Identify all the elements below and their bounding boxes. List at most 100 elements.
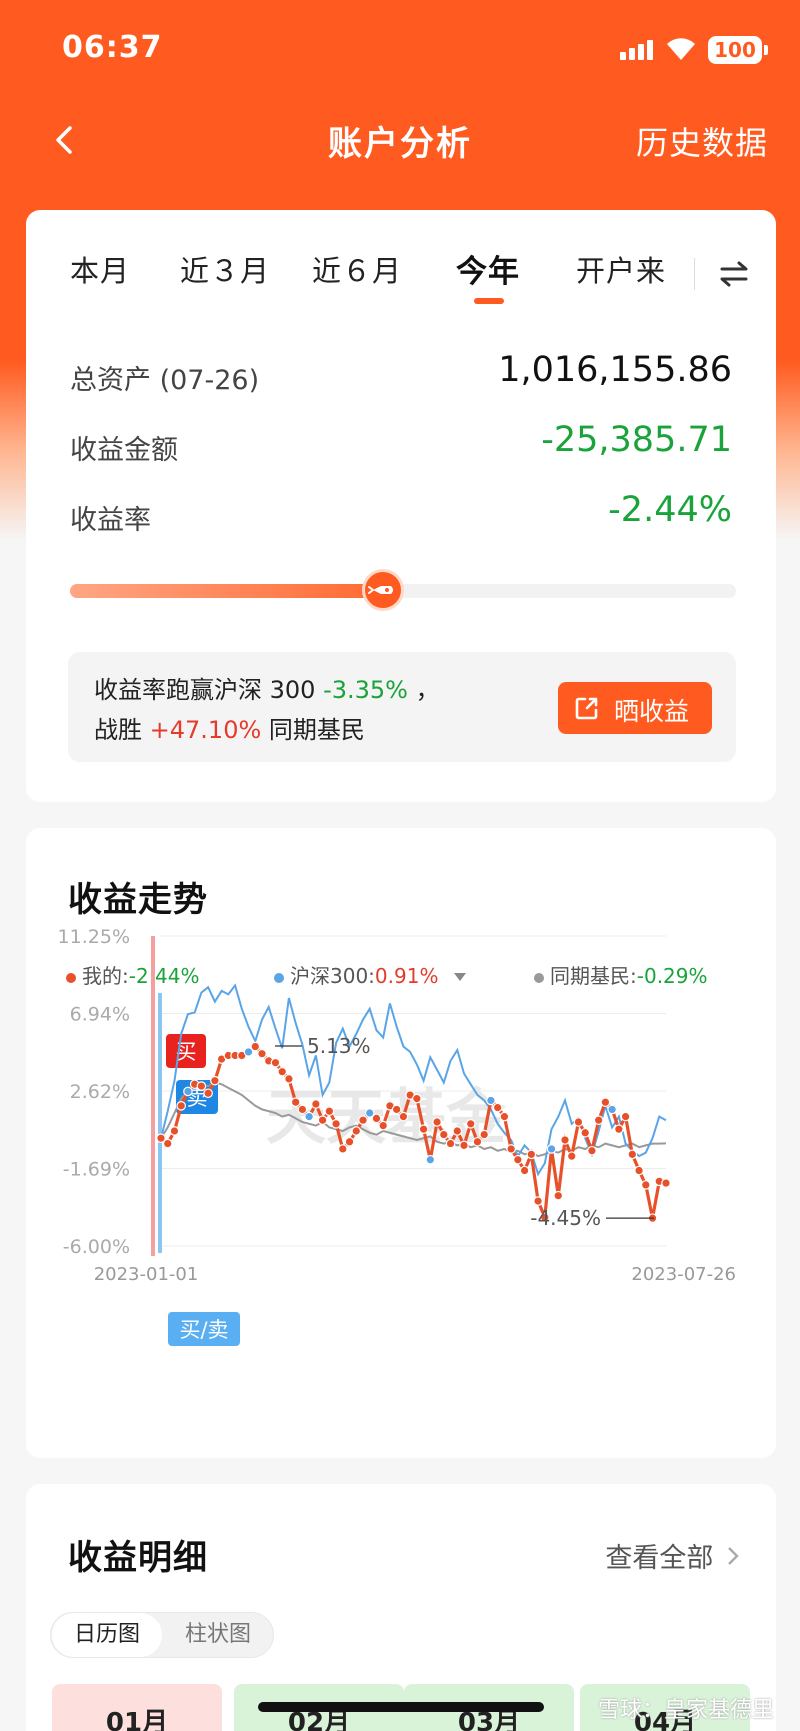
y-tick-label: -6.00%: [63, 1236, 130, 1258]
data-point: [526, 1149, 537, 1160]
data-point: [203, 1088, 213, 1099]
chevron-right-icon: [728, 1547, 739, 1565]
data-point: [176, 1101, 186, 1111]
data-point: [506, 1144, 516, 1154]
data-point: [627, 1149, 638, 1160]
data-point: [270, 1057, 281, 1068]
banner-line-1: 收益率跑赢沪深 300 -3.35% ，: [94, 670, 440, 705]
calendar-view-tab[interactable]: 日历图: [52, 1613, 162, 1657]
data-point: [277, 1066, 288, 1077]
banner-line-2: 战胜 +47.10% 同期基民: [94, 710, 365, 745]
slider-thumb[interactable]: [362, 569, 405, 611]
data-point: [459, 1140, 469, 1151]
sell-marker-line: [158, 993, 162, 1253]
data-point: [634, 1165, 644, 1176]
data-point: [661, 1178, 671, 1188]
swap-icon[interactable]: [718, 254, 750, 294]
data-point: [196, 1081, 207, 1091]
data-point: [344, 1136, 355, 1147]
data-point: [412, 1093, 422, 1104]
max-annotation: 5.13%: [307, 1034, 371, 1058]
data-point: [472, 1136, 483, 1147]
home-indicator[interactable]: [258, 1702, 544, 1712]
data-point: [566, 1151, 577, 1161]
data-point: [620, 1111, 631, 1122]
data-point: [486, 1095, 496, 1106]
total-assets-row: 总资产 (07-26) 1,016,155.86: [70, 350, 732, 400]
y-tick-label: 2.62%: [70, 1081, 130, 1103]
beat-ratio-slider[interactable]: [70, 569, 736, 611]
data-point: [533, 1196, 543, 1206]
data-point: [183, 1086, 193, 1097]
month-cell[interactable]: 01月: [52, 1684, 222, 1731]
data-point: [587, 1145, 597, 1156]
tab-3-months[interactable]: 近３月: [180, 248, 270, 290]
active-tab-indicator: [474, 298, 504, 304]
data-point: [640, 1180, 651, 1190]
data-point: [580, 1127, 590, 1138]
tab-this-month[interactable]: 本月: [70, 248, 130, 290]
x-tick-label: 2023-01-01: [94, 1264, 199, 1285]
data-point: [465, 1118, 476, 1129]
data-point: [425, 1154, 436, 1165]
data-point: [519, 1165, 530, 1176]
income-value: -25,385.71: [541, 420, 732, 460]
data-point: [297, 1104, 308, 1115]
trend-chart[interactable]: 11.25% 6.94% 2.62% -1.69% -6.00% 2023-01-01 20…: [26, 828, 776, 1458]
data-point: [358, 1115, 368, 1126]
data-point: [398, 1111, 409, 1122]
data-point: [418, 1124, 429, 1134]
data-point: [438, 1129, 449, 1140]
bar-view-tab[interactable]: 柱状图: [163, 1613, 273, 1657]
detail-title: 收益明细: [68, 1538, 208, 1578]
rocket-icon: [368, 586, 394, 594]
data-point: [499, 1111, 510, 1122]
share-icon: [575, 697, 598, 720]
tab-this-year[interactable]: 今年: [456, 246, 520, 291]
banner-text: 收益率跑赢沪深 300: [94, 676, 324, 704]
data-point: [257, 1048, 267, 1059]
see-all-label: 查看全部: [605, 1543, 714, 1574]
data-point: [337, 1144, 348, 1154]
data-point: [432, 1117, 442, 1127]
data-point: [600, 1097, 611, 1108]
data-point: [513, 1154, 523, 1165]
data-point: [492, 1102, 503, 1113]
vs-peers-value: +47.10%: [149, 716, 262, 744]
banner-text: 同期基民: [261, 716, 365, 744]
tab-divider: [694, 258, 695, 290]
share-button-label: 晒收益: [614, 697, 690, 726]
vs-index-value: -3.35%: [323, 676, 408, 704]
view-toggle: 日历图 柱状图: [50, 1612, 274, 1658]
tab-6-months[interactable]: 近６月: [312, 248, 402, 290]
data-point: [479, 1129, 489, 1140]
data-point: [290, 1097, 301, 1108]
data-point: [311, 1099, 321, 1109]
share-earnings-button[interactable]: 晒收益: [558, 682, 712, 734]
data-point: [250, 1041, 261, 1052]
rate-value: -2.44%: [608, 490, 732, 530]
y-tick-label: -1.69%: [63, 1159, 130, 1181]
income-label: 收益金额: [70, 435, 178, 466]
data-point: [324, 1106, 335, 1117]
data-point: [169, 1126, 180, 1136]
y-tick-label: 6.94%: [70, 1004, 130, 1026]
data-point: [210, 1075, 220, 1086]
rate-row: 收益率 -2.44%: [70, 490, 732, 540]
data-point: [371, 1113, 382, 1124]
history-data-link[interactable]: 历史数据: [636, 118, 768, 164]
data-point: [445, 1138, 456, 1149]
trend-card: 收益走势 我的:-2.44% 沪深300:0.91% 同期基民:-0.29% 1…: [26, 828, 776, 1458]
data-point: [378, 1120, 388, 1131]
see-all-link[interactable]: 查看全部: [605, 1536, 740, 1575]
data-point: [560, 1135, 570, 1145]
data-point: [553, 1190, 564, 1201]
income-row: 收益金额 -25,385.71: [70, 420, 732, 470]
total-assets-label: 总资产 (07-26): [70, 365, 260, 396]
data-point: [573, 1117, 584, 1127]
data-point: [317, 1115, 328, 1126]
y-tick-label: 11.25%: [58, 926, 130, 948]
tab-since-open[interactable]: 开户来: [576, 248, 666, 290]
total-assets-value: 1,016,155.86: [498, 350, 732, 390]
cellular-signal-icon: [620, 40, 653, 60]
